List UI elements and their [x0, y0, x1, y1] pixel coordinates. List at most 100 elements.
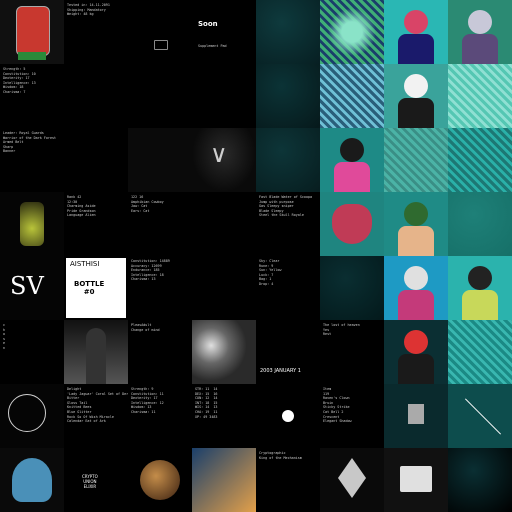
pattern-overlay [328, 8, 376, 56]
logo-text: SV [10, 272, 44, 300]
gallery-tile[interactable] [320, 192, 384, 256]
gallery-tile[interactable]: Soon Supplement Pad [192, 0, 256, 64]
gallery-tile[interactable]: Constitution: 14889 Accuracy: 12699 Endu… [128, 256, 192, 320]
crest [12, 458, 52, 502]
gallery-tile[interactable]: Cryptographic King of the Mechanism [256, 448, 320, 512]
gallery-tile[interactable] [0, 448, 64, 512]
gallery-tile[interactable]: The lost of heaven Yes Rest [320, 320, 384, 384]
gallery-tile[interactable]: 122 16 Amphibian Cowboy Jaw: Cat Ears: C… [128, 192, 192, 256]
gallery-tile[interactable]: Sky: Clear Rune: 9 Sun: Yellow Luck: 7 B… [256, 256, 320, 320]
character-head [404, 202, 428, 226]
tile-text: Sky: Clear Rune: 9 Sun: Yellow Luck: 7 B… [259, 259, 282, 286]
portrait-base [18, 52, 46, 60]
tile-text: Cryptographic King of the Mechanism [259, 451, 302, 460]
character-body [398, 290, 434, 320]
mask-face [332, 204, 372, 244]
gallery-tile[interactable]: ∨ [192, 128, 256, 192]
gallery-tile[interactable] [320, 128, 384, 192]
tile-title: Soon [198, 20, 218, 28]
gallery-tile[interactable]: Fast Blade Water of Scoopa Jump with pur… [256, 192, 320, 256]
gallery-tile[interactable] [384, 448, 448, 512]
gallery-tile[interactable]: PleasAdult Change of mind [128, 320, 192, 384]
nft-gallery-grid: Tested in: 14.11.2091 Shipping: Mandator… [0, 0, 512, 512]
gallery-tile[interactable] [448, 320, 512, 384]
tile-subtitle: Supplement Pad [198, 44, 227, 48]
gallery-tile[interactable] [256, 64, 320, 128]
gallery-tile[interactable] [192, 256, 256, 320]
gallery-tile[interactable] [128, 128, 192, 192]
date-text: 2003 JANUARY 1 [260, 368, 301, 374]
tile-text: Item 119 Raven's Clown Bruin Sticky Stri… [323, 387, 352, 424]
tile-text: Constitution: 14889 Accuracy: 12699 Endu… [131, 259, 170, 282]
character-body [462, 34, 498, 64]
gallery-tile[interactable] [256, 0, 320, 64]
gallery-tile[interactable] [448, 192, 512, 256]
gallery-tile[interactable] [384, 128, 448, 192]
gallery-tile[interactable] [192, 320, 256, 384]
character-head [404, 74, 428, 98]
gallery-tile[interactable] [64, 128, 128, 192]
bottle-line: BOTTLE #0 [74, 280, 105, 296]
gallery-tile[interactable]: CRYPTO UNION ELIXIR [64, 448, 128, 512]
gallery-tile[interactable] [384, 0, 448, 64]
character-body [398, 34, 434, 64]
gallery-tile[interactable] [448, 64, 512, 128]
character-body [334, 162, 370, 192]
jar-shape [20, 202, 44, 246]
gallery-tile[interactable] [128, 448, 192, 512]
gallery-tile[interactable]: 2003 JANUARY 1 [256, 320, 320, 384]
character-body [462, 290, 498, 320]
needle [464, 398, 502, 435]
gallery-tile[interactable]: Item 119 Raven's Clown Bruin Sticky Stri… [320, 384, 384, 448]
gallery-tile[interactable] [0, 192, 64, 256]
character-head [404, 330, 428, 354]
gallery-tile[interactable] [320, 0, 384, 64]
gallery-tile[interactable] [384, 384, 448, 448]
gallery-tile[interactable]: Delight 'Lady Jaguar' Coral Set of Derea… [64, 384, 128, 448]
gallery-tile[interactable] [448, 128, 512, 192]
gallery-tile[interactable]: Strength: 5 Constitution: 10 Dexterity: … [0, 64, 64, 128]
gallery-tile[interactable] [256, 384, 320, 448]
gallery-tile[interactable] [448, 448, 512, 512]
gallery-tile[interactable] [192, 448, 256, 512]
gallery-tile[interactable]: Leader: Royal Guards Warrior of the Dark… [0, 128, 64, 192]
gallery-tile[interactable] [384, 320, 448, 384]
gallery-tile[interactable] [384, 64, 448, 128]
gallery-tile[interactable] [64, 320, 128, 384]
gallery-tile[interactable] [192, 64, 256, 128]
gallery-tile[interactable]: AISTHISI BOTTLE #0 [64, 256, 128, 320]
gallery-tile[interactable] [256, 128, 320, 192]
gallery-tile[interactable]: c h o s e n [0, 320, 64, 384]
gallery-tile[interactable] [448, 0, 512, 64]
character-body [398, 354, 434, 384]
gallery-tile[interactable] [320, 448, 384, 512]
tile-text: STR: 11 14 DEX: 15 16 CON: 12 14 INT: 18… [195, 387, 218, 419]
wings-glyph: ∨ [210, 140, 228, 168]
tile-text: Fast Blade Water of Scoopa Jump with pur… [259, 195, 313, 218]
tile-text: 122 16 Amphibian Cowboy Jaw: Cat Ears: C… [131, 195, 164, 213]
character-body [398, 98, 434, 128]
gallery-tile[interactable] [0, 0, 64, 64]
gallery-tile[interactable]: SV [0, 256, 64, 320]
gallery-tile[interactable]: Rank 42 12:30 Charming Aside Pride Grand… [64, 192, 128, 256]
gallery-tile[interactable] [320, 64, 384, 128]
diamond [338, 458, 366, 498]
gallery-tile[interactable] [384, 192, 448, 256]
gallery-tile[interactable] [0, 384, 64, 448]
gallery-tile[interactable] [448, 384, 512, 448]
gallery-tile[interactable]: STR: 11 14 DEX: 15 16 CON: 12 14 INT: 18… [192, 384, 256, 448]
robot [408, 404, 424, 424]
gallery-tile[interactable] [384, 256, 448, 320]
tile-text: Strength: 9 Constitution: 11 Dexterity: … [131, 387, 164, 414]
gallery-tile[interactable]: Strength: 9 Constitution: 11 Dexterity: … [128, 384, 192, 448]
figure-silhouette [86, 328, 106, 384]
gallery-tile[interactable]: Tested in: 14.11.2091 Shipping: Mandator… [64, 0, 128, 64]
gallery-tile[interactable] [128, 64, 192, 128]
tile-text: Tested in: 14.11.2091 Shipping: Mandator… [67, 3, 110, 17]
gallery-tile[interactable] [64, 64, 128, 128]
gallery-tile[interactable] [192, 192, 256, 256]
character-head [468, 10, 492, 34]
gallery-tile[interactable] [128, 0, 192, 64]
gallery-tile[interactable] [320, 256, 384, 320]
gallery-tile[interactable] [448, 256, 512, 320]
